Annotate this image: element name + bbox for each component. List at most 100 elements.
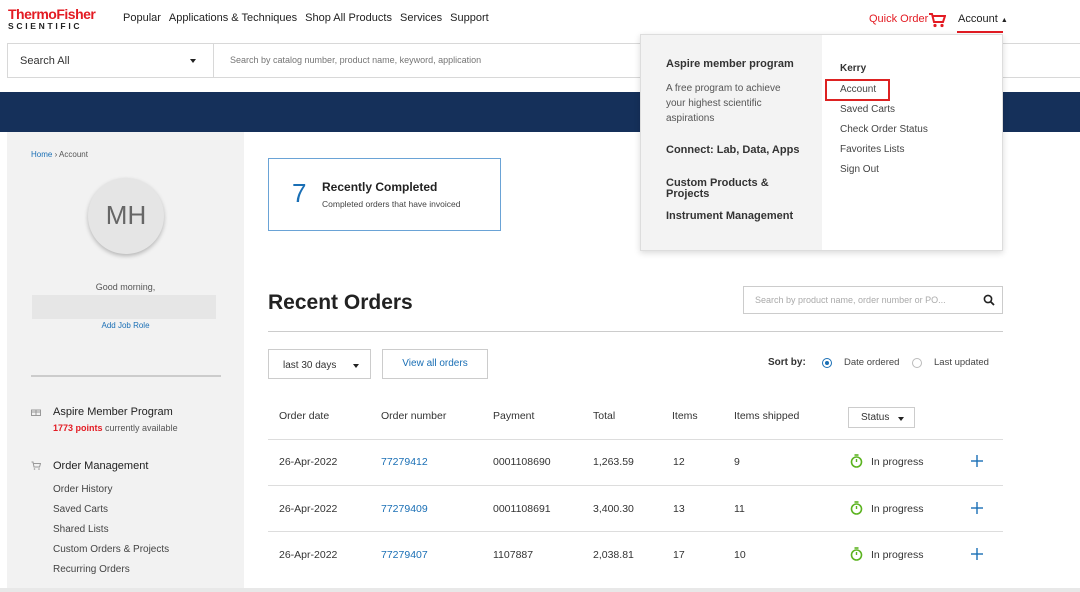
menu-item-sign-out[interactable]: Sign Out [840,164,879,175]
account-dropdown-menu: Aspire member program A free program to … [640,34,1003,251]
breadcrumb: Home › Account [31,150,88,159]
gift-icon [31,409,41,416]
menu-item-account[interactable]: Account [840,84,876,95]
greeting-text: Good morning, [95,282,156,292]
nav-shop-all-products[interactable]: Shop All Products [305,12,392,24]
nav-support[interactable]: Support [450,12,489,24]
period-select[interactable]: last 30 days [268,349,371,379]
order-date-cell: 26-Apr-2022 [279,549,338,561]
sidebar-item-custom-orders[interactable]: Custom Orders & Projects [53,544,169,555]
recently-completed-card[interactable]: 7 Recently Completed Completed orders th… [268,158,501,231]
menu-item-check-order-status[interactable]: Check Order Status [840,124,928,135]
search-category-value: Search All [20,55,70,67]
sidebar-item-shared-lists[interactable]: Shared Lists [53,524,109,535]
connect-lab-data-apps-link[interactable]: Connect: Lab, Data, Apps [666,145,801,156]
chevron-down-icon [190,59,196,63]
account-active-underline [957,31,1003,33]
total-cell: 3,400.30 [593,503,634,515]
nav-popular[interactable]: Popular [123,12,161,24]
account-sidebar: Home › Account MH Good morning, Add Job … [7,132,244,592]
sort-last-updated-label: Last updated [934,357,989,368]
sort-last-updated-radio[interactable] [912,358,922,368]
status-filter-button[interactable]: Status [848,407,915,428]
orders-search-placeholder: Search by product name, order number or … [755,295,946,305]
section-divider [268,331,1003,332]
order-number-link[interactable]: 77279409 [381,503,428,515]
nav-services[interactable]: Services [400,12,442,24]
stopwatch-icon [850,501,863,515]
main-nav: Popular Applications & Techniques Shop A… [123,12,497,24]
column-header-order-date: Order date [279,410,330,422]
search-icon[interactable] [983,294,995,306]
order-number-link[interactable]: 77279412 [381,456,428,468]
column-header-payment: Payment [493,410,535,422]
payment-cell: 0001108690 [493,456,551,468]
avatar: MH [88,178,164,254]
recently-completed-title: Recently Completed [322,180,438,194]
stopwatch-icon [850,454,863,468]
order-number-link[interactable]: 77279407 [381,549,428,561]
logo-subtext: SCIENTIFIC [8,21,83,31]
table-divider [268,485,1003,486]
quick-order-link[interactable]: Quick Order [869,13,928,25]
sort-date-ordered-radio[interactable] [822,358,832,368]
account-menu-toggle[interactable]: Account ▲ [958,13,1008,25]
logo-wordmark: ThermoFisher [8,6,96,22]
expand-plus-icon[interactable] [971,548,983,560]
column-header-order-number: Order number [381,410,447,422]
chevron-down-icon [898,417,904,421]
aspire-member-program-link[interactable]: Aspire member program [666,59,794,70]
avatar-initials: MH [105,200,147,230]
recently-completed-subtitle: Completed orders that have invoiced [322,199,461,209]
items-cell: 12 [673,456,685,468]
cart-icon [31,461,41,470]
sort-by-label: Sort by: [768,357,806,368]
aspire-description: A free program to achieve your highest s… [666,83,781,124]
payment-cell: 0001108691 [493,503,551,515]
instrument-management-link[interactable]: Instrument Management [666,211,816,222]
sidebar-divider [31,375,221,377]
thermofisher-logo[interactable]: ThermoFisher SCIENTIFIC [8,7,112,33]
sidebar-item-saved-carts[interactable]: Saved Carts [53,504,108,515]
expand-plus-icon[interactable] [971,455,983,467]
orders-search-field[interactable]: Search by product name, order number or … [743,286,1003,314]
recently-completed-count: 7 [292,178,307,208]
view-all-orders-button[interactable]: View all orders [382,349,488,379]
order-date-cell: 26-Apr-2022 [279,456,338,468]
sidebar-item-order-history[interactable]: Order History [53,484,112,495]
page-bottom-edge [0,588,1080,592]
recent-orders-title: Recent Orders [268,291,413,314]
account-user-name: Kerry [840,63,867,74]
order-management-heading[interactable]: Order Management [53,460,148,472]
items-shipped-cell: 11 [734,503,745,515]
sort-date-ordered-label: Date ordered [844,357,900,368]
table-divider [268,531,1003,532]
status-filter-label: Status [861,412,890,423]
add-job-role-link[interactable]: Add Job Role [7,321,244,330]
breadcrumb-home[interactable]: Home [31,150,52,159]
column-header-total: Total [593,410,616,422]
sidebar-item-recurring-orders[interactable]: Recurring Orders [53,564,130,575]
status-cell: In progress [871,503,924,515]
search-category-select[interactable]: Search All [8,44,214,77]
payment-cell: 1107887 [493,549,534,561]
column-header-items: Items [672,410,698,422]
aspire-program-heading[interactable]: Aspire Member Program [53,406,173,418]
aspire-points-value: 1773 points [53,423,103,433]
menu-item-saved-carts[interactable]: Saved Carts [840,104,895,115]
nav-applications-techniques[interactable]: Applications & Techniques [169,12,297,24]
user-name-placeholder [32,295,216,319]
cart-icon[interactable] [928,12,946,28]
search-input[interactable] [230,55,630,65]
status-cell: In progress [871,549,924,561]
custom-products-projects-link[interactable]: Custom Products & Projects [666,178,801,200]
table-divider [268,439,1003,440]
aspire-points-suffix: currently available [102,423,178,433]
breadcrumb-account: Account [59,150,88,159]
menu-item-favorites-lists[interactable]: Favorites Lists [840,144,904,155]
expand-plus-icon[interactable] [971,502,983,514]
items-shipped-cell: 9 [734,456,740,468]
account-label: Account [958,13,998,25]
items-cell: 13 [673,503,685,515]
total-cell: 2,038.81 [593,549,634,561]
